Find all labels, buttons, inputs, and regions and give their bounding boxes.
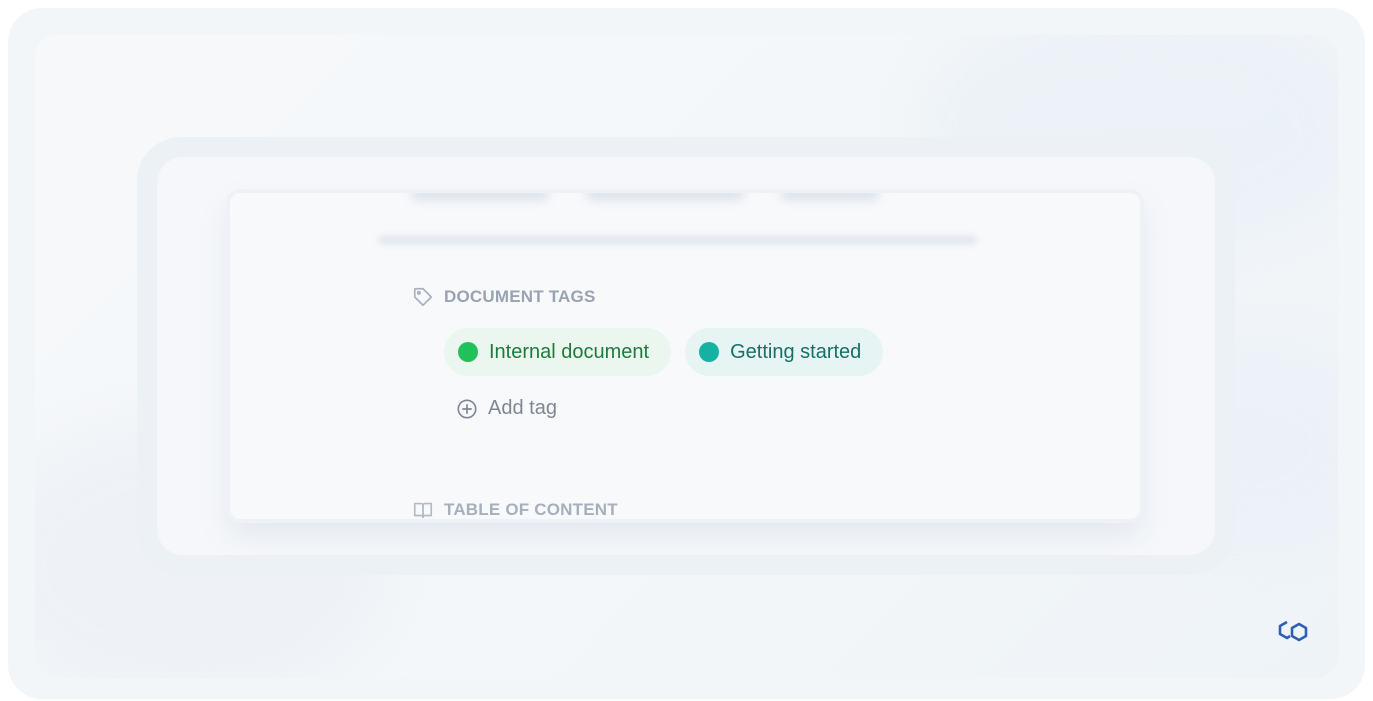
blurred-divider — [378, 235, 978, 245]
tag-list: Internal document Getting started — [444, 328, 884, 376]
document-properties-card: DOCUMENT TAGS Internal document Getting … — [230, 193, 1140, 519]
tag-label: Internal document — [489, 340, 650, 363]
tag-label: Getting started — [730, 340, 862, 363]
book-icon — [412, 499, 434, 519]
table-of-content-title: TABLE OF CONTENT — [444, 500, 618, 519]
table-of-content-header: TABLE OF CONTENT — [412, 499, 618, 519]
tag-color-dot — [458, 342, 478, 362]
tag-getting-started[interactable]: Getting started — [685, 328, 884, 376]
document-tags-header: DOCUMENT TAGS — [412, 286, 596, 308]
add-tag-label: Add tag — [488, 397, 557, 419]
tag-internal-document[interactable]: Internal document — [444, 328, 672, 376]
tag-color-dot — [699, 342, 720, 362]
blurred-toolbar — [410, 193, 910, 213]
add-tag-button[interactable]: Add tag — [456, 397, 557, 420]
plus-circle-icon — [456, 398, 478, 420]
hexagon-logo-icon — [1275, 617, 1311, 649]
document-tags-title: DOCUMENT TAGS — [444, 287, 596, 306]
tag-icon — [412, 286, 434, 308]
